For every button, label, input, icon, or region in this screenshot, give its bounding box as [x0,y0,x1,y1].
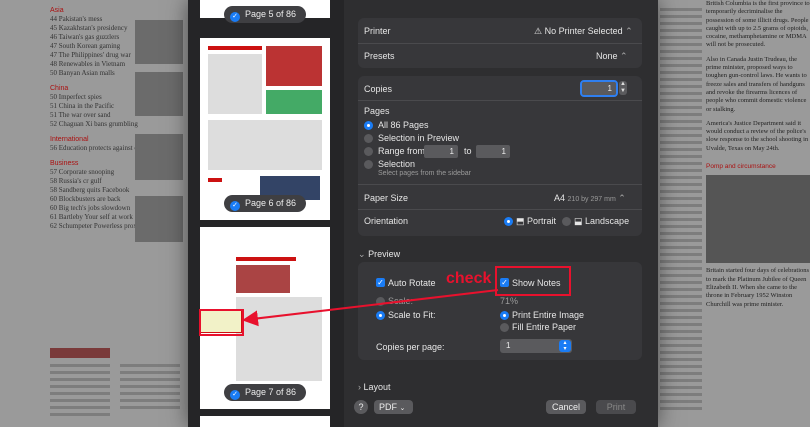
annotation-arrow [242,289,499,327]
